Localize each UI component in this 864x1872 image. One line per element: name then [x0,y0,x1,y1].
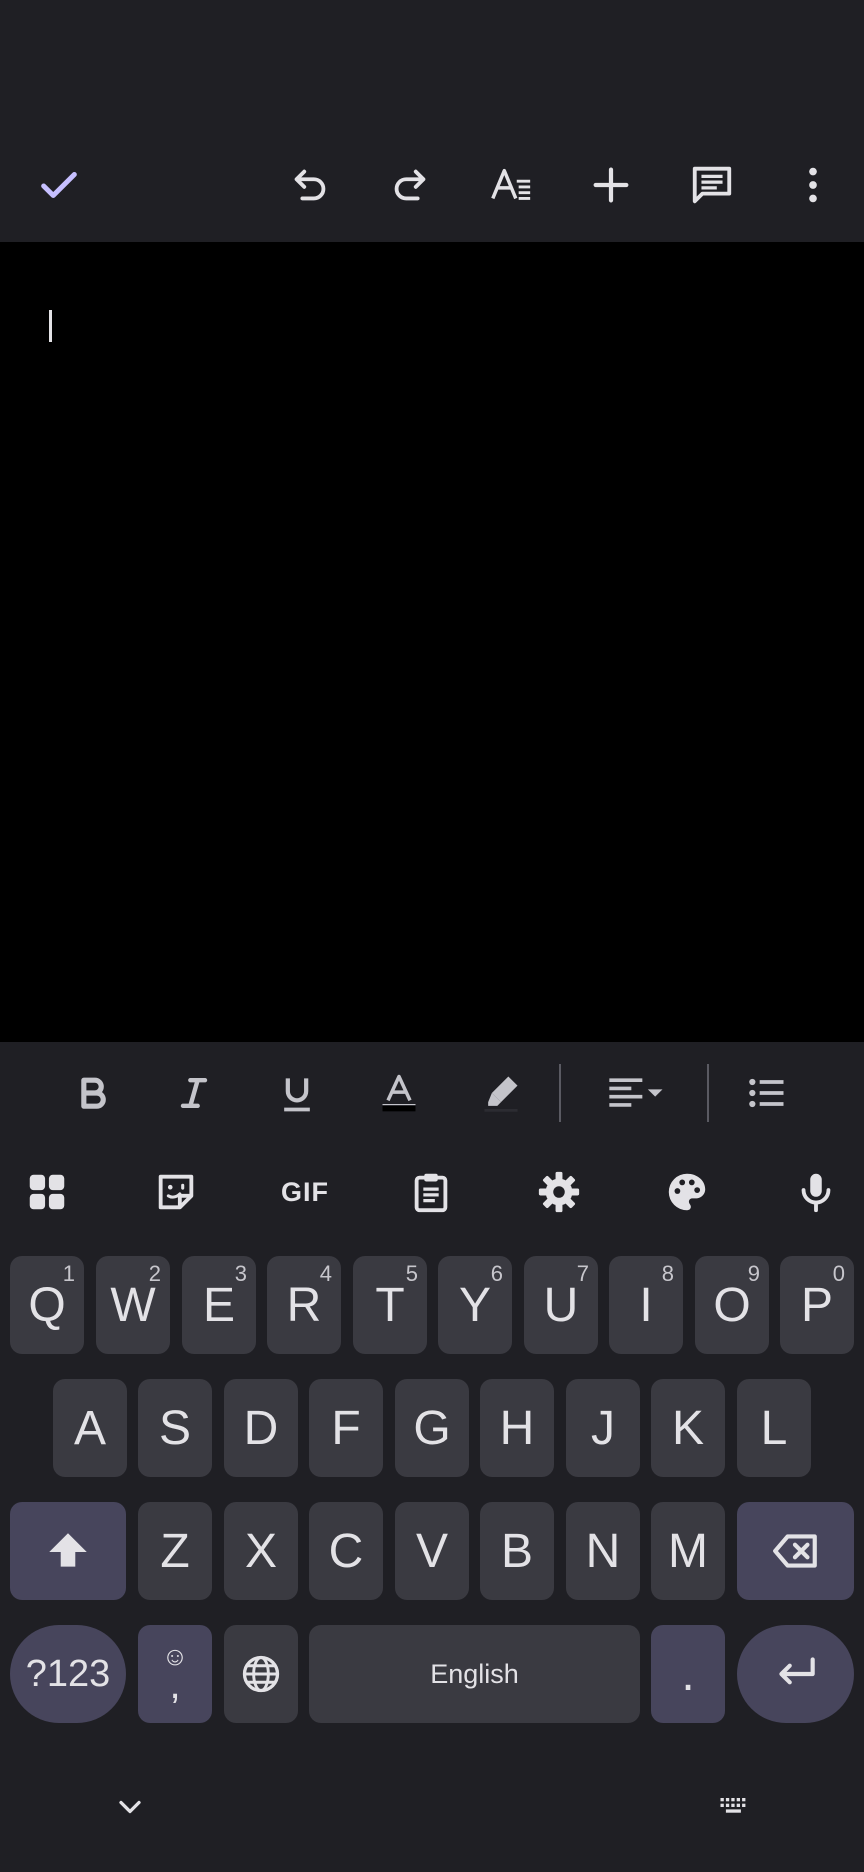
settings-icon[interactable] [527,1160,591,1224]
symbols-key[interactable]: ?123 [10,1625,126,1723]
chevron-down-icon[interactable] [95,1772,165,1842]
keyboard-icon[interactable] [699,1772,769,1842]
key-j[interactable]: J [566,1379,640,1477]
key-q[interactable]: Q1 [10,1256,84,1354]
bulleted-list-icon[interactable] [730,1056,804,1130]
key-b[interactable]: B [480,1502,554,1600]
key-i[interactable]: I8 [609,1256,683,1354]
text-format-icon[interactable] [476,150,546,220]
check-icon[interactable] [24,150,94,220]
key-k[interactable]: K [651,1379,725,1477]
document-editor[interactable] [0,242,864,1042]
backspace-icon [772,1534,817,1568]
align-left-dropdown-icon[interactable] [598,1056,672,1130]
apps-grid-icon[interactable] [15,1160,79,1224]
key-hint: 1 [62,1261,75,1286]
key-z[interactable]: Z [138,1502,212,1600]
shift-icon [49,1533,87,1567]
key-o[interactable]: O9 [695,1256,769,1354]
format-divider [559,1064,561,1122]
key-h[interactable]: H [480,1379,554,1477]
underline-icon[interactable] [260,1056,334,1130]
emoji-comma-key[interactable]: ☺ , [138,1625,212,1723]
key-l[interactable]: L [737,1379,811,1477]
enter-icon [778,1657,815,1685]
mic-icon[interactable] [784,1160,848,1224]
key-hint: 3 [234,1261,247,1286]
key-w[interactable]: W2 [96,1256,170,1354]
key-u[interactable]: U7 [524,1256,598,1354]
status-bar [0,0,864,128]
key-hint: 4 [319,1261,332,1286]
navigation-bar [0,1742,864,1872]
shift-key[interactable] [10,1502,126,1600]
enter-key[interactable] [737,1625,854,1723]
key-m[interactable]: M [651,1502,725,1600]
key-p[interactable]: P0 [780,1256,854,1354]
key-r[interactable]: R4 [267,1256,341,1354]
key-hint: 8 [661,1261,674,1286]
key-g[interactable]: G [395,1379,469,1477]
period-key[interactable]: . [651,1625,725,1723]
key-y[interactable]: Y6 [438,1256,512,1354]
redo-icon[interactable] [375,150,445,220]
gif-icon[interactable]: GIF [270,1160,340,1224]
space-key[interactable]: English [309,1625,640,1723]
key-hint: 5 [405,1261,418,1286]
key-hint: 2 [148,1261,161,1286]
undo-icon[interactable] [275,150,345,220]
comma-label: , [169,1663,181,1707]
key-t[interactable]: T5 [353,1256,427,1354]
backspace-key[interactable] [737,1502,854,1600]
keyboard-suggestion-strip: GIF [0,1144,864,1238]
key-hint: 9 [747,1261,760,1286]
keyboard: Q1 W2 E3 R4 T5 Y6 U7 I8 O9 P0 A S D F G … [0,1238,864,1742]
key-hint: 0 [832,1261,845,1286]
key-e[interactable]: E3 [182,1256,256,1354]
key-c[interactable]: C [309,1502,383,1600]
key-hint: 7 [576,1261,589,1286]
key-s[interactable]: S [138,1379,212,1477]
insert-plus-icon[interactable] [576,150,646,220]
italic-icon[interactable] [157,1056,231,1130]
globe-icon [242,1655,280,1693]
highlight-icon[interactable] [464,1056,538,1130]
key-f[interactable]: F [309,1379,383,1477]
sticker-icon[interactable] [144,1160,208,1224]
key-hint: 6 [490,1261,503,1286]
format-toolbar [0,1042,864,1144]
key-n[interactable]: N [566,1502,640,1600]
key-x[interactable]: X [224,1502,298,1600]
palette-icon[interactable] [655,1160,719,1224]
clipboard-icon[interactable] [399,1160,463,1224]
language-key[interactable] [224,1625,298,1723]
key-d[interactable]: D [224,1379,298,1477]
text-caret [49,310,52,342]
app-toolbar [0,128,864,242]
bold-icon[interactable] [56,1056,130,1130]
format-divider [707,1064,709,1122]
more-vert-icon[interactable] [778,150,848,220]
comment-icon[interactable] [677,150,747,220]
text-color-icon[interactable] [362,1056,436,1130]
key-v[interactable]: V [395,1502,469,1600]
key-a[interactable]: A [53,1379,127,1477]
gif-label: GIF [281,1176,329,1207]
